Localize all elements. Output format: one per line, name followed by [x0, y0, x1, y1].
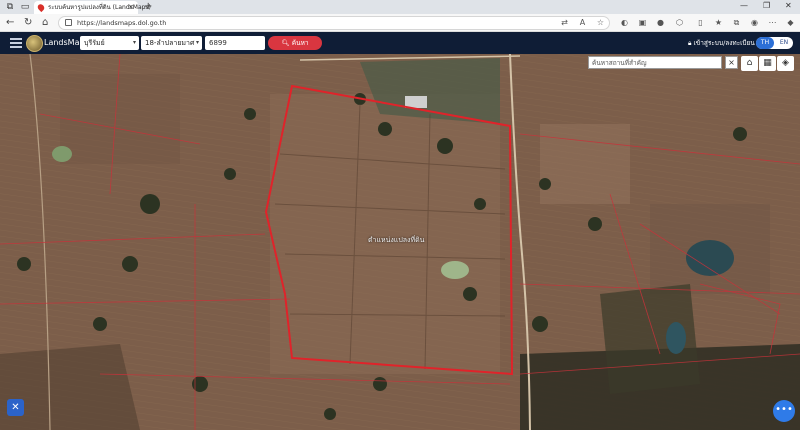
parcel-number-input[interactable]: 6899 [205, 36, 265, 50]
province-select-value: บุรีรัมย์ [84, 39, 105, 47]
landmark-search-input[interactable]: ค้นหาสถานที่สำคัญ [588, 56, 722, 69]
map-tools-icon[interactable]: ✕ [7, 399, 24, 416]
extension-icon-1[interactable]: ◐ [620, 18, 629, 27]
split-screen-icon[interactable]: ▯ [696, 18, 705, 27]
grid-layout-icon[interactable]: ▦ [759, 56, 776, 71]
refresh-icon[interactable]: ↻ [24, 17, 32, 28]
favorites-icon[interactable]: ★ [714, 18, 723, 27]
search-button[interactable]: 🔍︎ ค้นหา [268, 36, 322, 50]
home-map-icon[interactable]: ⌂ [741, 56, 758, 71]
site-info-icon[interactable] [65, 19, 72, 26]
lang-en-option[interactable]: EN [775, 37, 793, 49]
home-icon[interactable]: ⌂ [42, 17, 48, 28]
user-lock-icon: 🔒︎ [688, 39, 692, 47]
back-icon[interactable]: ← [6, 17, 14, 28]
district-select[interactable]: 18-ลำปลายมาศ ▾ [141, 36, 202, 50]
menu-hamburger-icon[interactable] [10, 38, 22, 48]
more-options-button[interactable]: ••• [773, 400, 795, 422]
translate-icon[interactable]: ⇄ [560, 18, 569, 27]
satellite-map[interactable]: ค้นหาสถานที่สำคัญ × ⌂ ▦ ◈ ตำแหน่งแปลงที่… [0, 54, 800, 430]
chevron-down-icon: ▾ [132, 39, 136, 46]
new-tab-button[interactable]: + [144, 1, 152, 12]
chevron-down-icon: ▾ [195, 39, 199, 46]
layers-icon[interactable]: ◈ [777, 56, 794, 71]
search-button-label: ค้นหา [291, 39, 309, 47]
extension-icon-3[interactable]: ● [656, 18, 665, 27]
map-pin-favicon-icon [36, 2, 46, 13]
dol-logo [26, 35, 43, 52]
browser-tab[interactable]: ระบบค้นหารูปแปลงที่ดิน (LandsMaps) × [34, 1, 151, 14]
tab-close-icon[interactable]: × [128, 1, 134, 14]
favorite-star-icon[interactable]: ☆ [596, 18, 605, 27]
browser-profile-icon[interactable]: ⧉ [5, 2, 15, 12]
maximize-icon[interactable]: ❐ [763, 1, 770, 10]
search-icon: 🔍︎ [281, 39, 290, 47]
extension-icon-2[interactable]: ▣ [638, 18, 647, 27]
tab-title: ระบบค้นหารูปแปลงที่ดิน (LandsMaps) [48, 4, 151, 11]
browser-address-bar: ← ↻ ⌂ https://landsmaps.dol.go.th ⇄ A ☆ … [0, 14, 800, 32]
collections-icon[interactable]: ⧉ [732, 18, 741, 27]
profile-avatar-icon[interactable]: ◉ [750, 18, 759, 27]
login-register-link[interactable]: 🔒︎ เข้าสู่ระบบ/ลงทะเบียน [688, 32, 755, 54]
district-select-value: 18-ลำปลายมาศ [145, 39, 195, 47]
clear-search-icon[interactable]: × [725, 56, 738, 69]
login-register-label: เข้าสู่ระบบ/ลงทะเบียน [693, 39, 755, 47]
tab-actions-icon[interactable]: ▭ [20, 2, 30, 12]
copilot-icon[interactable]: ◆ [786, 18, 795, 27]
province-select[interactable]: บุรีรัมย์ ▾ [80, 36, 139, 50]
minimize-icon[interactable]: — [740, 1, 748, 10]
browser-tab-bar: ⧉ ▭ ระบบค้นหารูปแปลงที่ดิน (LandsMaps) ×… [0, 0, 800, 14]
extensions-puzzle-icon[interactable]: ⬡ [675, 18, 684, 27]
app-header: LandsMaps บุรีรัมย์ ▾ 18-ลำปลายมาศ ▾ 689… [0, 32, 800, 54]
lang-th-option[interactable]: TH [756, 37, 774, 49]
settings-more-icon[interactable]: ⋯ [768, 18, 777, 27]
read-aloud-icon[interactable]: A [578, 18, 587, 27]
url-text: https://landsmaps.dol.go.th [77, 19, 167, 27]
language-toggle[interactable]: TH EN [756, 37, 793, 49]
parcel-location-label: ตำแหน่งแปลงที่ดิน [368, 236, 425, 244]
window-close-icon[interactable]: ✕ [785, 1, 792, 10]
url-field[interactable]: https://landsmaps.dol.go.th [58, 16, 610, 30]
